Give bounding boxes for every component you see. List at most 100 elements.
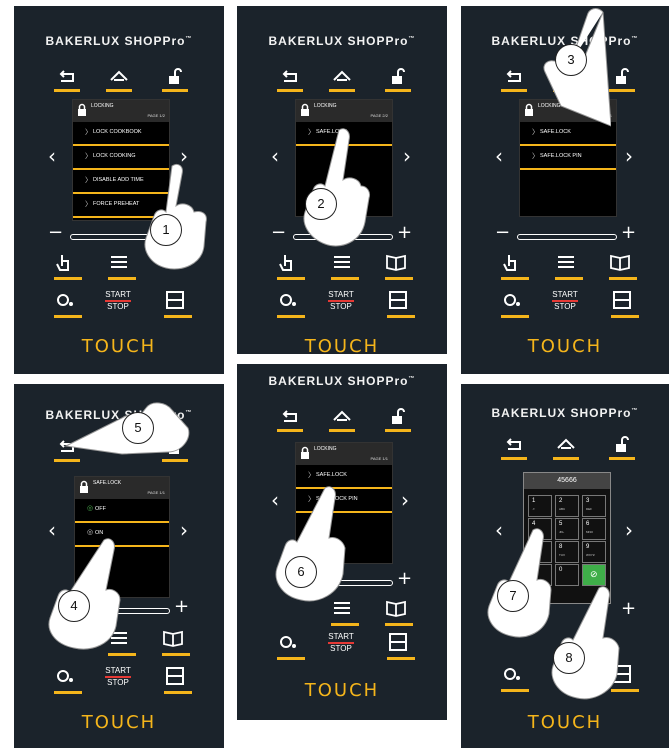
next-arrow[interactable]: › xyxy=(401,488,409,512)
brand-logo: BAKERLUX SHOPPro™ xyxy=(45,34,193,48)
start-stop-button[interactable]: START STOP xyxy=(321,632,361,653)
start-stop-button[interactable]: START STOP xyxy=(545,290,585,311)
settings-icon[interactable] xyxy=(277,632,305,660)
start-stop-button[interactable]: START STOP xyxy=(98,290,138,311)
plus-button[interactable]: + xyxy=(621,222,636,243)
save-icon[interactable] xyxy=(611,290,639,318)
prev-arrow[interactable]: ‹ xyxy=(48,144,56,168)
key-6[interactable]: 6 MNO xyxy=(582,518,606,540)
next-arrow[interactable]: › xyxy=(180,518,188,542)
unlock-icon[interactable] xyxy=(385,66,411,92)
page-indicator: PAGE 2/2 xyxy=(370,113,389,118)
start-stop-button[interactable]: START STOP xyxy=(98,666,138,687)
menu-icon[interactable] xyxy=(331,252,359,280)
step-number: 2 xyxy=(305,188,337,220)
touch-hand-icon[interactable] xyxy=(277,252,305,280)
touch-label: TOUCH xyxy=(304,336,380,354)
hand-pointer-icon xyxy=(303,128,370,247)
settings-icon[interactable] xyxy=(501,664,529,692)
hand-pointer-icon xyxy=(275,486,346,602)
screen-title: SAFE.LOCK xyxy=(93,480,122,486)
touch-hand-icon[interactable] xyxy=(54,252,82,280)
book-icon[interactable] xyxy=(385,598,413,626)
step-number-4: 4 xyxy=(58,590,90,622)
brand-logo: BAKERLUX SHOPPro™ xyxy=(268,34,416,48)
save-icon[interactable] xyxy=(387,632,415,660)
panel-step-7-8: BAKERLUX SHOPPro™ ‹ › 45666 1 ./! 2 ABC 3D… xyxy=(461,384,669,748)
plus-button[interactable]: + xyxy=(174,596,189,617)
page-indicator: PAGE 1/1 xyxy=(370,456,389,461)
step-number: 6 xyxy=(285,556,317,588)
minus-button[interactable]: − xyxy=(495,222,510,243)
start-stop-button[interactable]: START STOP xyxy=(321,290,361,311)
next-arrow[interactable]: › xyxy=(403,144,411,168)
plus-button[interactable]: + xyxy=(397,222,412,243)
touch-label: TOUCH xyxy=(304,680,380,701)
screen-title: LOCKING xyxy=(314,103,337,109)
next-arrow[interactable]: › xyxy=(625,518,633,542)
lock-icon xyxy=(79,480,89,499)
brand-logo: BAKERLUX SHOPPro™ xyxy=(491,406,639,420)
menu-item-safe-lock-pin[interactable]: 〉 SAFE.LOCK PIN xyxy=(520,146,616,170)
settings-icon[interactable] xyxy=(277,290,305,318)
panel-step-1: BAKERLUX SHOPPro™ ‹ › LOCKING PAGE 1/2 〉 L… xyxy=(14,6,224,374)
minus-button[interactable]: − xyxy=(271,222,286,243)
key-9[interactable]: 9 WXYZ xyxy=(582,541,606,563)
book-icon[interactable] xyxy=(162,628,190,656)
back-icon[interactable] xyxy=(277,406,303,432)
settings-icon[interactable] xyxy=(501,290,529,318)
next-arrow[interactable]: › xyxy=(625,144,633,168)
unlock-icon[interactable] xyxy=(609,434,635,460)
step-number: 3 xyxy=(555,44,587,76)
key-3[interactable]: 3 DEF xyxy=(582,495,606,517)
lock-icon xyxy=(77,103,87,122)
home-icon[interactable] xyxy=(329,406,355,432)
page-indicator: PAGE 1/1 xyxy=(147,490,166,495)
lock-icon xyxy=(300,446,310,465)
step-number-8: 8 xyxy=(553,642,585,674)
lock-icon xyxy=(300,103,310,122)
back-icon[interactable] xyxy=(501,434,527,460)
minus-button[interactable]: − xyxy=(48,222,63,243)
panel-step-3: BAKERLUX SHOPPro™ ‹ › LOCKINGPAGE 1/1 〉S… xyxy=(461,6,669,374)
key-1[interactable]: 1 ./! xyxy=(528,495,552,517)
touch-label: TOUCH xyxy=(527,712,603,733)
touch-label: TOUCH xyxy=(527,336,603,357)
unlock-icon[interactable] xyxy=(385,406,411,432)
menu-item-lock-cookbook[interactable]: 〉 LOCK COOKBOOK xyxy=(73,122,169,146)
touch-hand-icon[interactable] xyxy=(501,252,529,280)
back-icon[interactable] xyxy=(277,66,303,92)
page-indicator: PAGE 1/2 xyxy=(147,113,166,118)
home-icon[interactable] xyxy=(329,66,355,92)
book-icon[interactable] xyxy=(609,252,637,280)
settings-icon[interactable] xyxy=(54,666,82,694)
check-circle-icon: ⊘ xyxy=(590,569,598,579)
key-2[interactable]: 2 ABC xyxy=(555,495,579,517)
step-number-5: 5 xyxy=(122,412,154,444)
settings-icon[interactable] xyxy=(54,290,82,318)
plus-button[interactable]: + xyxy=(397,568,412,589)
brand-logo: BAKERLUX SHOPPro™ xyxy=(268,374,416,388)
pin-display: 45666 xyxy=(524,473,610,489)
screen-title: LOCKING xyxy=(91,103,114,109)
home-icon[interactable] xyxy=(106,66,132,92)
check-circle-icon: ◎ xyxy=(87,505,94,512)
save-icon[interactable] xyxy=(387,290,415,318)
option-off[interactable]: ◎ OFF xyxy=(75,499,169,523)
prev-arrow[interactable]: ‹ xyxy=(495,144,503,168)
touch-label: TOUCH xyxy=(81,336,157,357)
unlock-icon[interactable] xyxy=(609,66,635,92)
panel-step-2: BAKERLUX SHOPPro™ ‹ › LOCKING PAGE 2/2 〉 S… xyxy=(237,6,447,354)
prev-arrow[interactable]: ‹ xyxy=(271,144,279,168)
book-icon[interactable] xyxy=(385,252,413,280)
back-icon[interactable] xyxy=(54,66,80,92)
slider[interactable] xyxy=(517,234,617,240)
menu-icon[interactable] xyxy=(555,252,583,280)
unlock-icon[interactable] xyxy=(162,66,188,92)
panel-step-6: BAKERLUX SHOPPro™ ‹ › LOCKING PAGE 1/1 〉 S… xyxy=(237,364,447,720)
touch-label: TOUCH xyxy=(81,712,157,733)
home-icon[interactable] xyxy=(553,434,579,460)
save-icon[interactable] xyxy=(164,666,192,694)
hand-pointer-icon xyxy=(551,586,620,700)
save-icon[interactable] xyxy=(164,290,192,318)
